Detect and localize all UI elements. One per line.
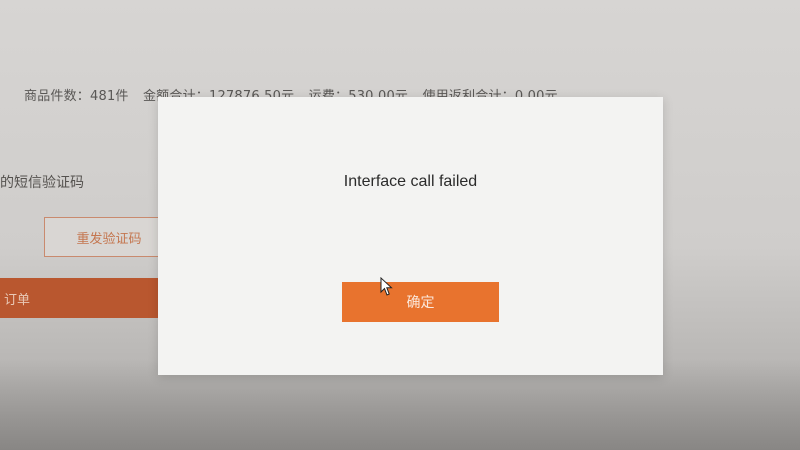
submit-order-button[interactable]: 订单	[0, 278, 175, 318]
mouse-cursor-icon	[380, 277, 393, 296]
sms-code-label: 的短信验证码	[0, 175, 84, 191]
error-dialog: Interface call failed 确定	[158, 97, 663, 375]
dialog-message: Interface call failed	[343, 173, 478, 190]
confirm-button[interactable]: 确定	[342, 282, 499, 322]
item-count: 商品件数：481件	[24, 89, 129, 104]
resend-code-button[interactable]: 重发验证码	[44, 217, 174, 257]
